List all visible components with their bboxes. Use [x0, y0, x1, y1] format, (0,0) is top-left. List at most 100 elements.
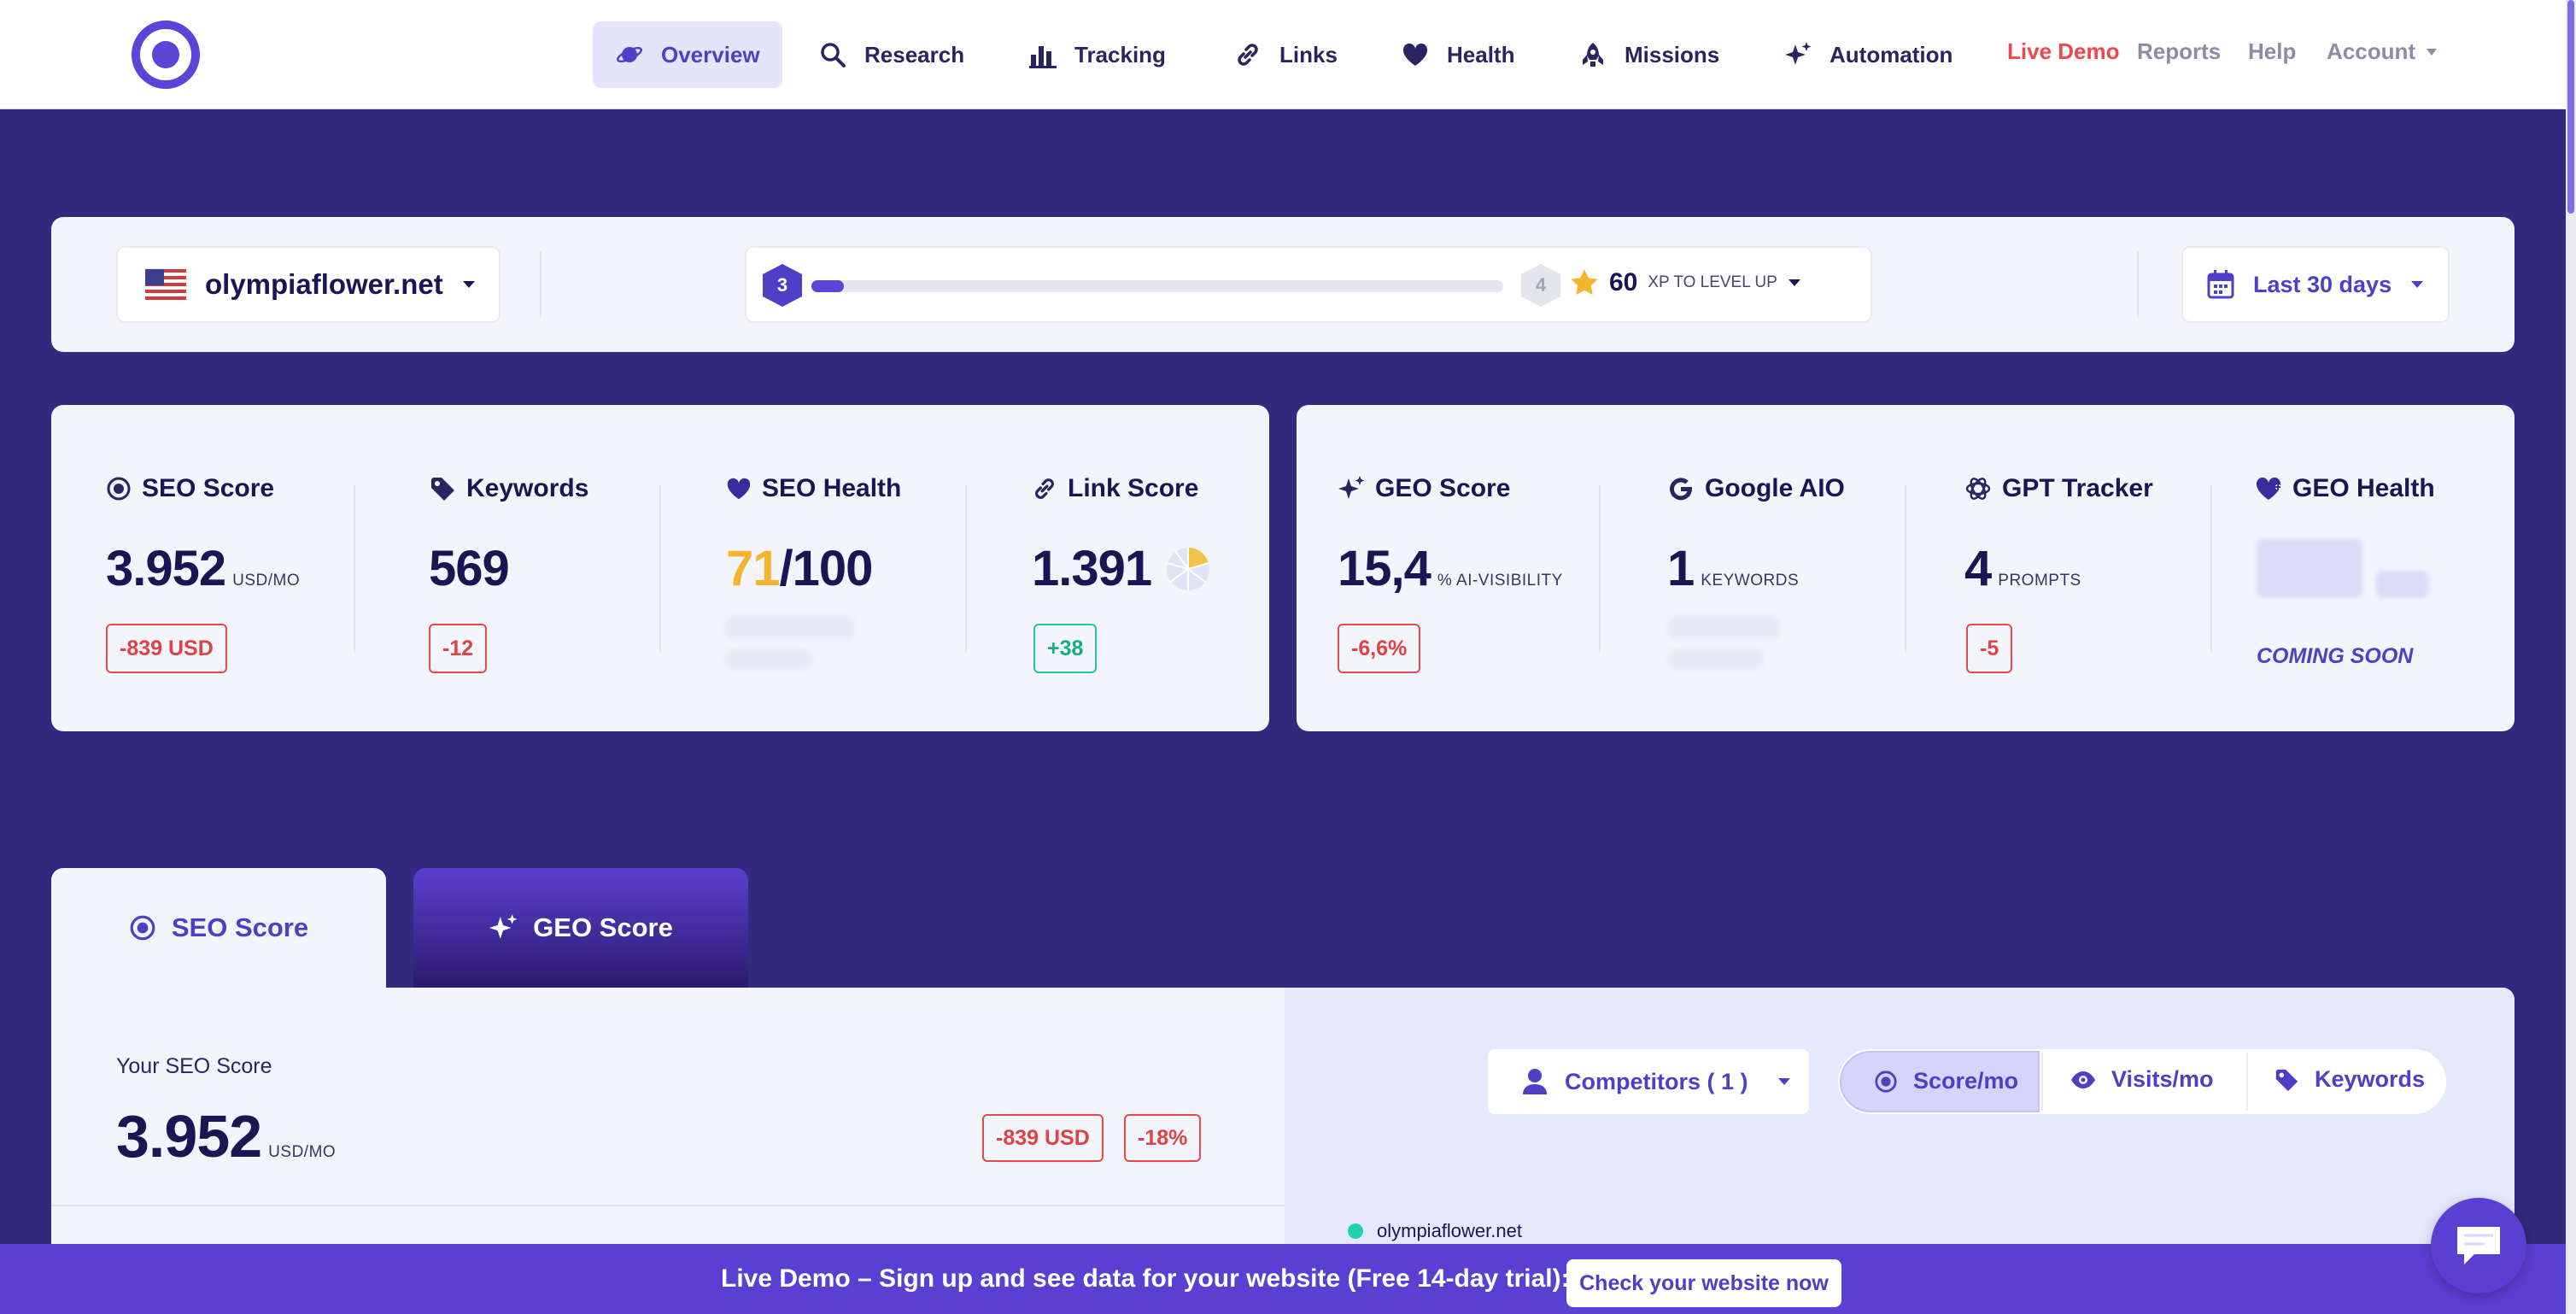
sparkles-icon — [1783, 40, 1812, 69]
kpi-label: SEO Score — [142, 474, 275, 502]
seo-value: 3.952 — [116, 1103, 262, 1170]
nav-item-links[interactable]: Links — [1233, 21, 1338, 88]
level-badge-current: 3 — [762, 263, 803, 308]
nav-label: Research — [864, 41, 965, 67]
divider — [1599, 485, 1601, 653]
metric-label: Score/mo — [1913, 1068, 2019, 1094]
metric-keywords-button[interactable]: Keywords — [2274, 1066, 2425, 1093]
kpi-delta-badge: +38 — [1033, 624, 1098, 673]
kpi-label: SEO Health — [762, 474, 902, 502]
nav-item-tracking[interactable]: Tracking — [1028, 21, 1166, 88]
kpi-seo-health-label[interactable]: SEO Health — [726, 474, 901, 503]
account-menu[interactable]: Account — [2327, 38, 2438, 65]
tab-label: SEO Score — [171, 912, 309, 942]
nav-item-research[interactable]: Research — [818, 21, 964, 88]
kpi-label: GEO Health — [2292, 474, 2435, 502]
user-icon — [1522, 1068, 1548, 1095]
logo[interactable] — [132, 21, 200, 89]
competitors-dropdown[interactable]: Competitors ( 1 ) — [1488, 1049, 1809, 1114]
domain-selector[interactable]: olympiaflower.net — [116, 246, 501, 323]
divider — [540, 251, 542, 318]
metric-score-button[interactable]: Score/mo — [1840, 1051, 2040, 1112]
divider — [2246, 1053, 2248, 1111]
kpi-keywords-label[interactable]: Keywords — [429, 474, 588, 503]
link-icon — [1233, 40, 1262, 69]
divider — [2210, 485, 2212, 653]
level-next: 4 — [1535, 274, 1547, 296]
nav-item-automation[interactable]: Automation — [1783, 21, 1952, 88]
nav-item-health[interactable]: Health — [1401, 21, 1514, 88]
legend-label: olympiaflower.net — [1377, 1220, 1522, 1241]
kpi-gpt-tracker-label[interactable]: GPT Tracker — [1964, 474, 2153, 503]
nav-label: Automation — [1830, 41, 1953, 67]
nav-label: Health — [1447, 41, 1515, 67]
delta-percent-badge: -18% — [1124, 1114, 1202, 1162]
signup-banner: Live Demo – Sign up and see data for you… — [0, 1244, 2566, 1314]
blurred-placeholder — [1669, 617, 1780, 639]
level-current: 3 — [776, 274, 788, 296]
blurred-placeholder — [726, 617, 854, 639]
kpi-value: 1 — [1667, 541, 1695, 596]
seo-panel-title: Your SEO Score — [116, 1054, 272, 1078]
date-range-selector[interactable]: Last 30 days — [2181, 246, 2450, 323]
kpi-geo-health-label[interactable]: GEO Health — [2255, 474, 2435, 503]
kpi-unit: KEYWORDS — [1701, 572, 1800, 590]
legend-dot — [1348, 1223, 1363, 1239]
xp-progress-panel[interactable]: 3 4 60 XP TO LEVEL UP — [745, 246, 1872, 323]
kpi-delta-badge: -839 USD — [106, 624, 227, 673]
domain-name: olympiaflower.net — [205, 268, 443, 300]
toolbar-card: olympiaflower.net 3 4 60 XP TO LEVEL UP … — [51, 217, 2515, 352]
kpi-label: Google AIO — [1705, 474, 1845, 502]
caret-down-icon — [462, 280, 476, 289]
target-icon — [129, 914, 156, 942]
rocket-icon — [1578, 40, 1607, 69]
check-website-button[interactable]: Check your website now — [1566, 1259, 1841, 1307]
kpi-value: 15,4 — [1338, 541, 1431, 596]
google-icon — [1667, 475, 1695, 502]
tab-geo-score[interactable]: GEO Score — [413, 868, 748, 988]
kpi-geo-score-label[interactable]: GEO Score — [1338, 474, 1510, 503]
eye-icon — [2070, 1071, 2096, 1089]
kpi-google-aio-value: 1 KEYWORDS — [1667, 540, 1799, 597]
kpi-delta-badge: -6,6% — [1338, 624, 1421, 673]
help-link[interactable]: Help — [2248, 38, 2296, 65]
planet-icon — [615, 40, 644, 69]
vertical-scrollbar[interactable] — [2566, 0, 2576, 1314]
kpi-delta-badge: -12 — [429, 624, 488, 673]
divider — [51, 1205, 1285, 1206]
divider — [354, 485, 355, 653]
divider — [659, 485, 661, 653]
coming-soon-label: COMING SOON — [2257, 644, 2414, 668]
kpi-seo-score-label[interactable]: SEO Score — [106, 474, 274, 503]
kpi-delta-badge: -5 — [1966, 624, 2013, 673]
divider — [2041, 1053, 2043, 1111]
reports-link[interactable]: Reports — [2137, 38, 2221, 65]
tag-icon — [429, 475, 456, 502]
kpi-keywords-value: 569 — [429, 541, 510, 596]
nav-item-missions[interactable]: Missions — [1578, 21, 1719, 88]
metric-visits-button[interactable]: Visits/mo — [2070, 1066, 2214, 1093]
chart-legend-item[interactable]: olympiaflower.net — [1348, 1220, 1522, 1242]
chat-widget-button[interactable] — [2431, 1198, 2526, 1293]
delta-usd-badge: -839 USD — [982, 1114, 1104, 1162]
account-label: Account — [2327, 38, 2415, 64]
kpi-link-score-label[interactable]: Link Score — [1032, 474, 1198, 503]
kpi-google-aio-label[interactable]: Google AIO — [1667, 474, 1845, 503]
blurred-placeholder — [726, 649, 811, 668]
seo-unit: USD/MO — [268, 1143, 337, 1161]
nav-label: Links — [1279, 41, 1338, 67]
xp-progress-fill — [811, 280, 844, 292]
nav-item-overview[interactable]: Overview — [593, 21, 782, 88]
nav-label: Overview — [661, 41, 760, 67]
tab-seo-score[interactable]: SEO Score — [51, 868, 386, 988]
kpi-unit: % AI-VISIBILITY — [1437, 572, 1563, 590]
divider — [2137, 251, 2139, 318]
live-demo-link[interactable]: Live Demo — [2007, 38, 2120, 65]
kpi-value-highlight: 71 — [726, 541, 781, 596]
target-icon — [106, 476, 132, 502]
blurred-placeholder — [2257, 538, 2362, 598]
chat-icon — [2454, 1223, 2503, 1268]
kpi-label: Link Score — [1068, 474, 1199, 502]
xp-to-level-up: 60 XP TO LEVEL UP — [1570, 268, 1801, 297]
caret-down-icon — [2410, 280, 2424, 289]
